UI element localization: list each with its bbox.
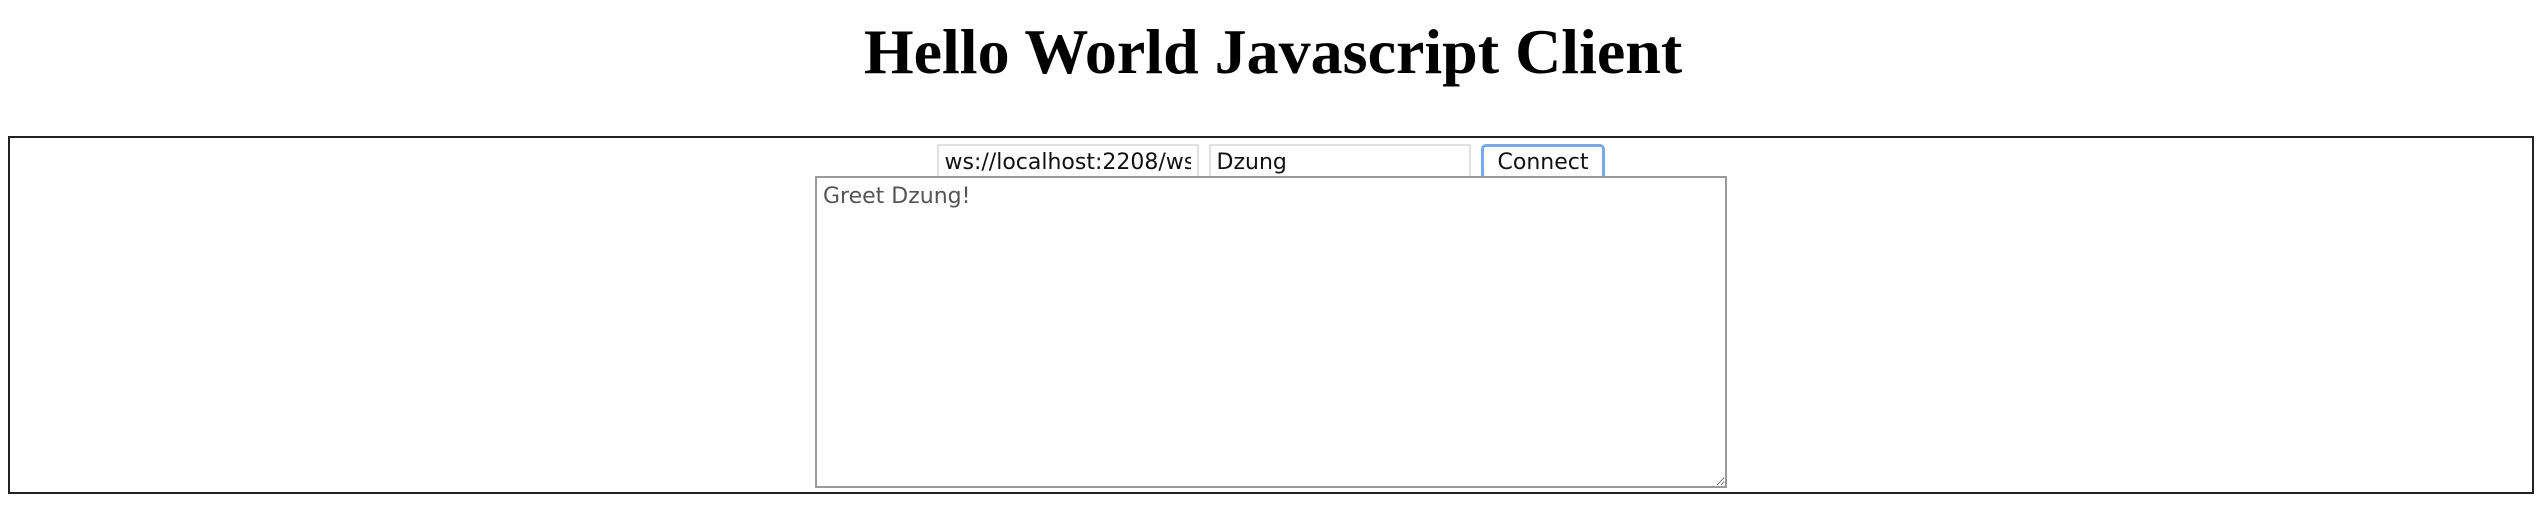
url-input[interactable] [936,144,1199,180]
connect-button[interactable]: Connect [1480,144,1606,180]
client-panel: Connect Greet Dzung! [8,136,2534,494]
output-wrapper: Greet Dzung! [10,176,2532,488]
name-input[interactable] [1208,144,1471,180]
message-output[interactable]: Greet Dzung! [815,176,1727,488]
connection-controls: Connect [10,144,2532,180]
page-title: Hello World Javascript Client [863,16,1683,87]
